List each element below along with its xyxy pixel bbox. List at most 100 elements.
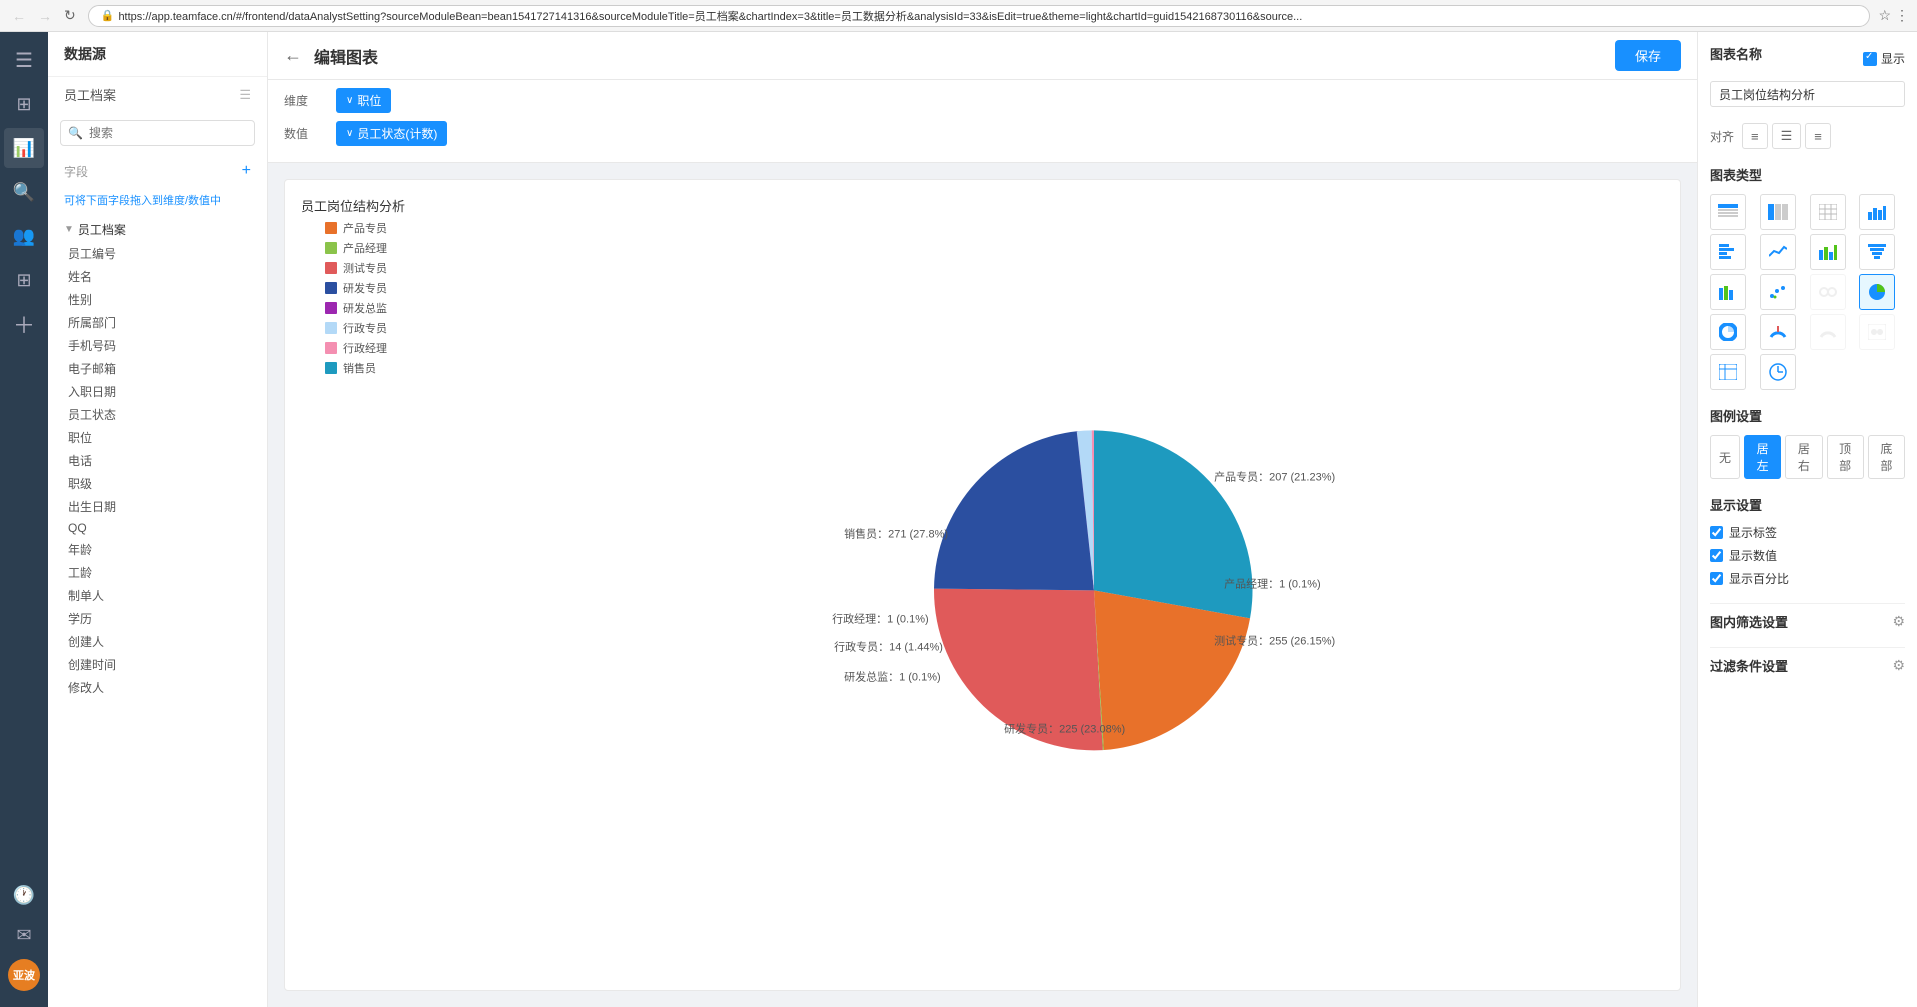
- type-table3[interactable]: [1810, 194, 1846, 230]
- search-icon[interactable]: 🔍: [4, 172, 44, 212]
- field-item-2[interactable]: 姓名: [48, 265, 267, 288]
- type-pie[interactable]: [1859, 274, 1895, 310]
- align-center-btn[interactable]: ☰: [1772, 123, 1802, 149]
- legend-item-1: 产品专员: [325, 220, 387, 236]
- chart-name-header-row: 图表名称 显示: [1710, 44, 1905, 73]
- field-item-7[interactable]: 入职日期: [48, 380, 267, 403]
- type-bar-horizontal[interactable]: [1710, 234, 1746, 270]
- filter-section[interactable]: 图内筛选设置 ⚙: [1710, 603, 1905, 639]
- history-icon[interactable]: 🕐: [4, 875, 44, 915]
- forward-nav[interactable]: →: [34, 6, 56, 26]
- add-icon[interactable]: ＋: [4, 304, 44, 344]
- legend-pos-right[interactable]: 居右: [1785, 435, 1822, 479]
- display-label-row: 显示标签: [1710, 524, 1905, 541]
- display-value-checkbox[interactable]: [1710, 549, 1723, 562]
- field-item-10[interactable]: 电话: [48, 449, 267, 472]
- type-table2[interactable]: [1760, 194, 1796, 230]
- mail-icon[interactable]: ✉: [4, 915, 44, 955]
- type-donut[interactable]: [1710, 314, 1746, 350]
- more-icon[interactable]: ⋮: [1895, 7, 1909, 24]
- field-item-6[interactable]: 电子邮箱: [48, 357, 267, 380]
- legend-pos-left[interactable]: 居左: [1744, 435, 1781, 479]
- search-input[interactable]: [60, 120, 255, 146]
- legend-pos-bottom[interactable]: 底部: [1868, 435, 1905, 479]
- browser-nav: ← → ↻: [8, 5, 80, 26]
- value-tag[interactable]: ∨ 员工状态(计数): [336, 121, 447, 146]
- avatar[interactable]: 亚波: [4, 955, 44, 995]
- back-nav[interactable]: ←: [8, 6, 30, 26]
- field-item-12[interactable]: 出生日期: [48, 495, 267, 518]
- dimension-row: 维度 ∨ 职位: [284, 88, 1681, 113]
- field-item-4[interactable]: 所属部门: [48, 311, 267, 334]
- field-item-19[interactable]: 创建时间: [48, 653, 267, 676]
- field-item-11[interactable]: 职级: [48, 472, 267, 495]
- dashboard-icon[interactable]: ⊞: [4, 84, 44, 124]
- legend-label-4: 研发专员: [343, 280, 387, 296]
- bookmark-icon[interactable]: ☆: [1878, 7, 1891, 24]
- tree-parent[interactable]: ▼ 员工档案: [48, 217, 267, 242]
- browser-url-bar[interactable]: 🔒 https://app.teamface.cn/#/frontend/dat…: [88, 5, 1871, 27]
- legend-label-2: 产品经理: [343, 240, 387, 256]
- filter-gear-icon[interactable]: ⚙: [1892, 613, 1905, 630]
- legend-pos-none[interactable]: 无: [1710, 435, 1740, 479]
- avatar-circle: 亚波: [8, 959, 40, 991]
- reload-nav[interactable]: ↻: [60, 5, 80, 26]
- type-bar2[interactable]: [1810, 234, 1846, 270]
- type-line[interactable]: [1760, 234, 1796, 270]
- browser-bar: ← → ↻ 🔒 https://app.teamface.cn/#/fronte…: [0, 0, 1917, 32]
- type-gauge2: [1810, 314, 1846, 350]
- legend-color-5: [325, 302, 337, 314]
- type-funnel[interactable]: [1859, 234, 1895, 270]
- menu-icon[interactable]: ☰: [4, 40, 44, 80]
- dim-val-area: 维度 ∨ 职位 数值 ∨ 员工状态(计数): [268, 80, 1697, 163]
- type-scatter[interactable]: [1760, 274, 1796, 310]
- add-field-btn[interactable]: +: [242, 162, 251, 180]
- type-bar-vertical[interactable]: [1859, 194, 1895, 230]
- legend-item-5: 研发总监: [325, 300, 387, 316]
- condition-section[interactable]: 过滤条件设置 ⚙: [1710, 647, 1905, 683]
- segment-sales[interactable]: [1094, 430, 1253, 618]
- back-button[interactable]: ←: [284, 45, 302, 66]
- apps-icon[interactable]: ⊞: [4, 260, 44, 300]
- display-label-text: 显示标签: [1729, 524, 1777, 541]
- field-item-18[interactable]: 创建人: [48, 630, 267, 653]
- field-item-14[interactable]: 年龄: [48, 538, 267, 561]
- chart-name-input[interactable]: [1710, 81, 1905, 107]
- legend-item-8: 销售员: [325, 360, 387, 376]
- users-icon[interactable]: 👥: [4, 216, 44, 256]
- type-table1[interactable]: [1710, 194, 1746, 230]
- type-table4[interactable]: [1710, 354, 1746, 390]
- field-item-5[interactable]: 手机号码: [48, 334, 267, 357]
- align-left-btn[interactable]: ≡: [1742, 123, 1768, 149]
- dimension-tag[interactable]: ∨ 职位: [336, 88, 391, 113]
- field-item-15[interactable]: 工龄: [48, 561, 267, 584]
- field-item-20[interactable]: 修改人: [48, 676, 267, 699]
- field-item-1[interactable]: 员工编号: [48, 242, 267, 265]
- segment-test-staff[interactable]: [934, 589, 1103, 751]
- field-item-17[interactable]: 学历: [48, 607, 267, 630]
- chart-icon[interactable]: 📊: [4, 128, 44, 168]
- data-source-item[interactable]: 员工档案 ☰: [48, 77, 267, 112]
- show-checkbox[interactable]: 显示: [1863, 50, 1905, 67]
- segment-product-staff[interactable]: [1094, 590, 1250, 750]
- field-item-3[interactable]: 性别: [48, 288, 267, 311]
- field-item-13[interactable]: QQ: [48, 518, 267, 538]
- segment-dev-staff[interactable]: [934, 431, 1094, 590]
- legend-pos-top[interactable]: 顶部: [1827, 435, 1864, 479]
- page-title: 编辑图表: [314, 44, 378, 68]
- data-source-name: 员工档案: [64, 85, 116, 104]
- lock-icon: 🔒: [101, 9, 115, 22]
- display-label-checkbox[interactable]: [1710, 526, 1723, 539]
- field-item-8[interactable]: 员工状态: [48, 403, 267, 426]
- field-item-9[interactable]: 职位: [48, 426, 267, 449]
- type-clock[interactable]: [1760, 354, 1796, 390]
- type-gauge1[interactable]: [1760, 314, 1796, 350]
- field-item-16[interactable]: 制单人: [48, 584, 267, 607]
- chart-container: 员工岗位结构分析 产品专员 产品经理 测试专员: [284, 179, 1681, 991]
- condition-gear-icon[interactable]: ⚙: [1892, 657, 1905, 674]
- legend-item-2: 产品经理: [325, 240, 387, 256]
- save-button[interactable]: 保存: [1615, 40, 1681, 71]
- type-bar3[interactable]: [1710, 274, 1746, 310]
- display-pct-checkbox[interactable]: [1710, 572, 1723, 585]
- align-right-btn[interactable]: ≡: [1805, 123, 1831, 149]
